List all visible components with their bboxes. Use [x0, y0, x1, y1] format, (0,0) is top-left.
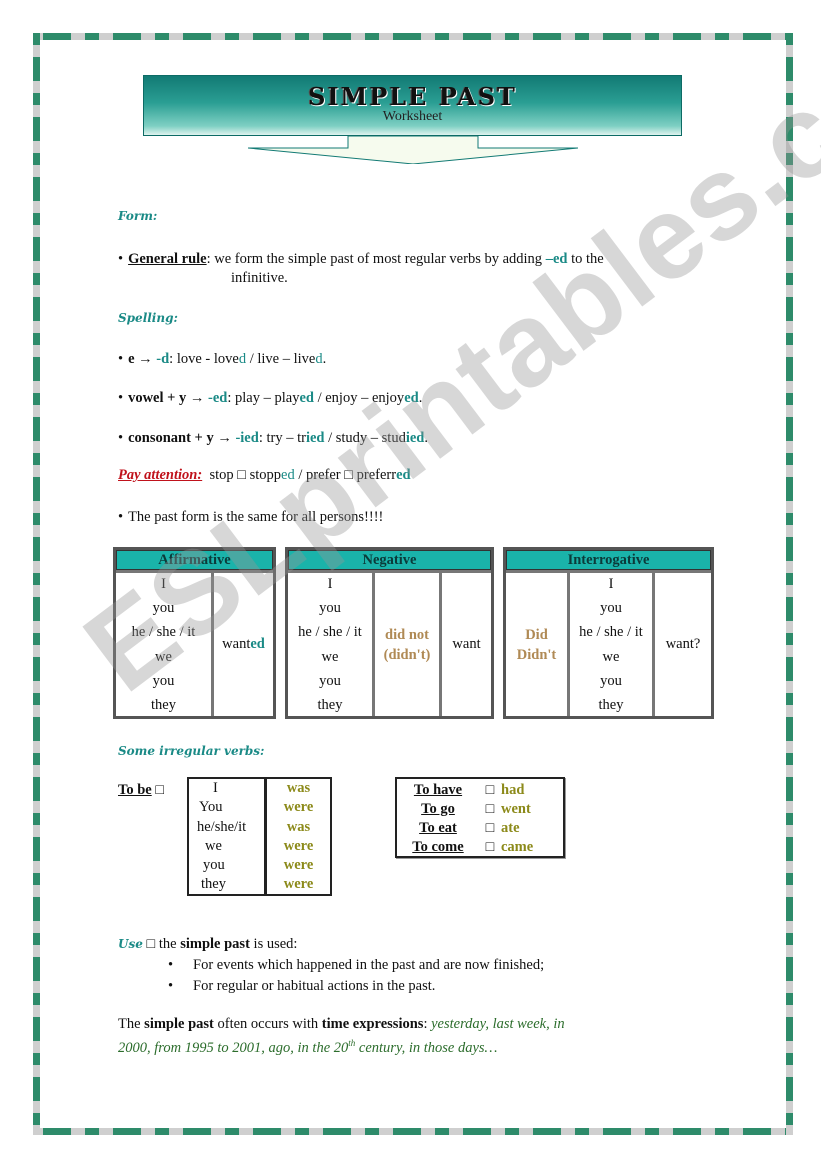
to-be-pronouns: I You he/she/it we you they [189, 779, 267, 894]
interrogative-auxiliary: Did Didn't [506, 573, 567, 716]
affirmative-table: Affirmative Iyou he / she / it we you they w… [113, 547, 276, 719]
affirmative-verb: wanted [214, 573, 273, 716]
general-rule: General rule: we form the simple past of… [118, 250, 708, 288]
to-be-forms: was were was were were were [283, 780, 314, 893]
page-subtitle: Worksheet [382, 109, 443, 124]
page-border-bottom [33, 1128, 793, 1135]
irregular-verb-row: To go □ went [421, 801, 531, 817]
use-item: • For events which happened in the past a… [168, 957, 545, 973]
interrogative-header: Interrogative [506, 550, 711, 570]
spelling-rule: consonant + y → -ied: try – tried / stud… [118, 429, 428, 448]
spelling-rule: vowel + y → -ed: play – played / enjoy –… [118, 389, 422, 408]
use-label: Use [118, 937, 143, 951]
banner-arrow-icon [248, 136, 578, 164]
negative-verb: want [442, 573, 491, 716]
affirmative-header: Affirmative [116, 550, 273, 570]
use-intro: Use □ the simple past is used: [118, 936, 298, 952]
title-banner: SIMPLE PAST Worksheet [143, 75, 682, 136]
negative-table: Negative Iyou he / she / it we you they did … [285, 547, 494, 719]
form-label: Form: [118, 209, 158, 223]
spelling-rule: e → -d: love - loved / live – lived. [118, 350, 326, 369]
page-border-top [33, 33, 793, 40]
use-item: • For regular or habitual actions in the … [168, 978, 436, 994]
pronoun-column: Iyou he / she / it we you they [570, 573, 652, 716]
same-for-all-note: The past form is the same for all person… [118, 508, 383, 527]
interrogative-table: Interrogative Did Didn't Iyou he / she / i… [503, 547, 714, 719]
irregular-verbs-table: To have □ had To go □ went To eat □ ate To com… [395, 777, 565, 858]
pronoun-column: Iyou he / she / it we you they [116, 573, 211, 716]
irregular-verb-row: To eat □ ate [419, 820, 520, 836]
interrogative-verb: want? [655, 573, 711, 716]
page-border-left [33, 33, 40, 1135]
to-be-table: I You he/she/it we you they was were was… [187, 777, 332, 896]
page-title: SIMPLE PAST [308, 82, 517, 111]
pay-attention-label: Pay attention: [118, 467, 203, 483]
spelling-label: Spelling: [118, 311, 178, 325]
page-border-right [786, 33, 793, 1135]
negative-header: Negative [288, 550, 491, 570]
negative-auxiliary: did not (didn't) [375, 573, 439, 716]
irregular-verb-row: To come □ came [412, 839, 534, 855]
time-expressions: The simple past often occurs with time e… [118, 1016, 565, 1056]
pronoun-column: Iyou he / she / it we you they [288, 573, 372, 716]
pay-attention: Pay attention: stop □ stopped / prefer □… [118, 467, 411, 483]
irregular-verbs-label: Some irregular verbs: [118, 744, 265, 758]
general-rule-label: General rule [128, 251, 207, 267]
to-be-label: To be □ [118, 782, 165, 798]
irregular-verb-row: To have □ had [413, 782, 525, 798]
